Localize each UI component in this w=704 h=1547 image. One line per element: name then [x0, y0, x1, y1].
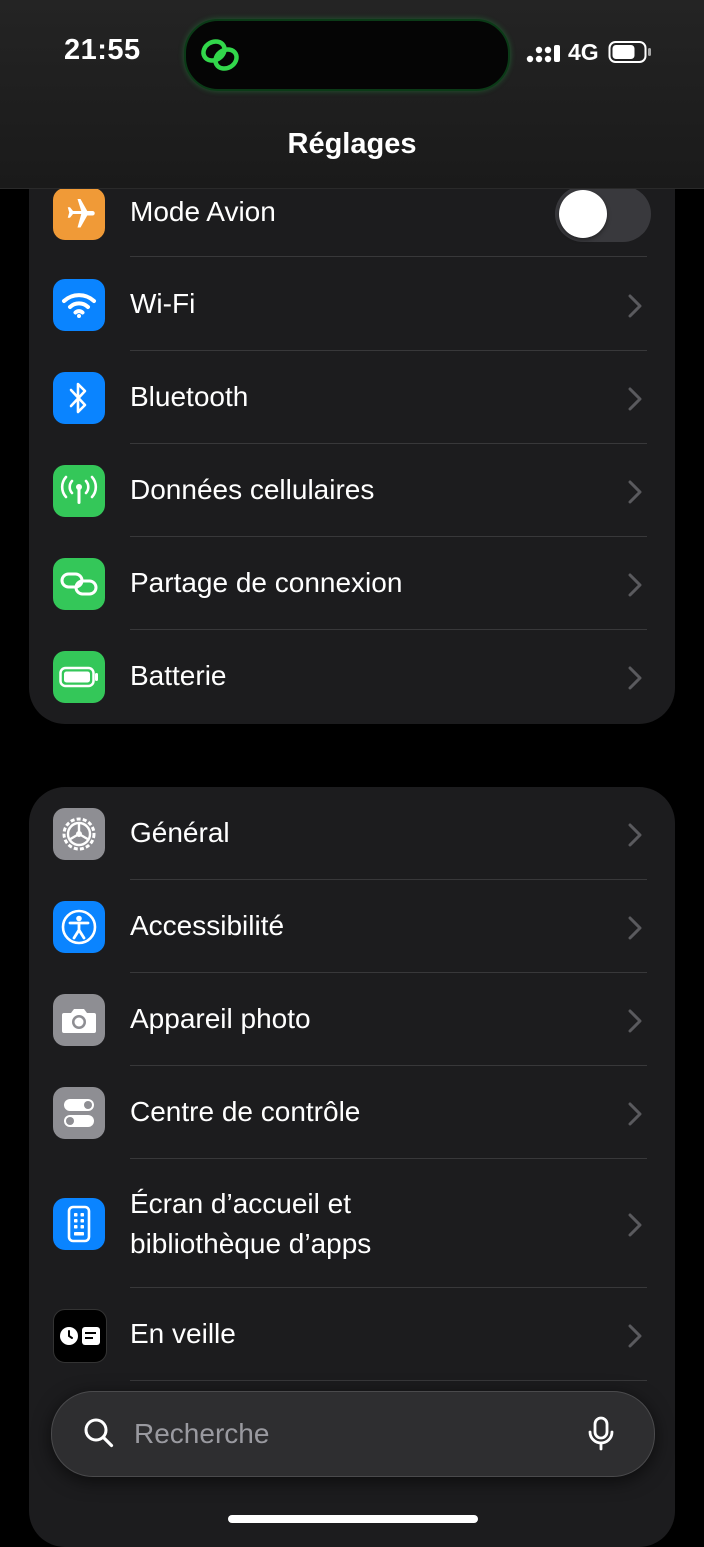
- chevron-right-icon: [628, 916, 642, 940]
- row-label: Appareil photo: [130, 1003, 311, 1034]
- row-wifi[interactable]: Wi-Fi: [29, 279, 675, 372]
- separator: [130, 1065, 647, 1066]
- chevron-right-icon: [628, 480, 642, 504]
- signal-strength-icon: [526, 45, 560, 63]
- status-bar: 21:55 4G: [0, 0, 704, 110]
- microphone-icon[interactable]: [586, 1416, 616, 1452]
- search-input[interactable]: Recherche: [134, 1418, 269, 1450]
- chevron-right-icon: [628, 1102, 642, 1126]
- separator: [130, 536, 647, 537]
- dynamic-island[interactable]: [184, 19, 510, 91]
- accessibility-icon: [53, 901, 105, 953]
- chevron-right-icon: [628, 823, 642, 847]
- chevron-right-icon: [628, 387, 642, 411]
- separator: [130, 1158, 647, 1159]
- row-personal-hotspot[interactable]: Partage de connexion: [29, 558, 675, 651]
- row-camera[interactable]: Appareil photo: [29, 994, 675, 1087]
- row-label: Mode Avion: [130, 196, 276, 227]
- row-general[interactable]: Général: [29, 808, 675, 901]
- row-control-center[interactable]: Centre de contrôle: [29, 1087, 675, 1180]
- network-type: 4G: [568, 39, 599, 65]
- row-battery[interactable]: Batterie: [29, 651, 675, 724]
- standby-icon: [53, 1309, 107, 1363]
- home-screen-icon: [53, 1198, 105, 1250]
- toggle-knob: [559, 190, 607, 238]
- chevron-right-icon: [628, 294, 642, 318]
- row-label-line-1: Écran d’accueil et: [130, 1188, 352, 1219]
- row-label: Accessibilité: [130, 910, 285, 941]
- chevron-right-icon: [628, 1213, 642, 1237]
- row-standby[interactable]: En veille: [29, 1309, 675, 1402]
- battery-icon: [53, 651, 105, 703]
- bluetooth-icon: [53, 372, 105, 424]
- row-airplane-mode: Mode Avion: [29, 186, 675, 281]
- row-accessibility[interactable]: Accessibilité: [29, 901, 675, 994]
- row-home-screen[interactable]: Écran d’accueil et bibliothèque d’apps: [29, 1180, 675, 1310]
- row-label: Centre de contrôle: [130, 1096, 361, 1127]
- row-label-line-2: bibliothèque d’apps: [130, 1228, 372, 1259]
- home-indicator[interactable]: [228, 1515, 478, 1523]
- row-label: Wi-Fi: [130, 288, 196, 319]
- chevron-right-icon: [628, 1324, 642, 1348]
- separator: [130, 256, 647, 257]
- row-bluetooth[interactable]: Bluetooth: [29, 372, 675, 465]
- row-label: Général: [130, 817, 230, 848]
- row-label: Écran d’accueil et bibliothèque d’apps: [130, 1184, 371, 1264]
- row-label: Partage de connexion: [130, 567, 403, 598]
- row-label: Bluetooth: [130, 381, 249, 412]
- wifi-icon: [53, 279, 105, 331]
- airplane-mode-toggle[interactable]: [555, 186, 651, 242]
- chevron-right-icon: [628, 573, 642, 597]
- chevron-right-icon: [628, 1009, 642, 1033]
- separator: [130, 629, 647, 630]
- row-cellular-data[interactable]: Données cellulaires: [29, 465, 675, 558]
- chevron-right-icon: [628, 666, 642, 690]
- hotspot-link-icon: [53, 558, 105, 610]
- status-time: 21:55: [64, 34, 141, 66]
- row-label: En veille: [130, 1318, 236, 1349]
- row-label: Données cellulaires: [130, 474, 375, 505]
- separator: [130, 1380, 647, 1381]
- gear-icon: [53, 808, 105, 860]
- separator: [130, 972, 647, 973]
- separator: [130, 879, 647, 880]
- search-bar[interactable]: Recherche: [51, 1391, 655, 1477]
- battery-status-icon: [608, 41, 651, 63]
- search-icon: [84, 1418, 114, 1448]
- toggles-icon: [53, 1087, 105, 1139]
- connectivity-group: Mode Avion Wi-Fi Bluetooth Données cellu…: [29, 150, 675, 724]
- separator: [130, 1287, 647, 1288]
- row-label: Batterie: [130, 660, 227, 691]
- page-title: Réglages: [287, 128, 417, 160]
- hotspot-link-icon: [201, 39, 239, 71]
- antenna-icon: [53, 465, 105, 517]
- separator: [130, 443, 647, 444]
- airplane-icon: [53, 188, 105, 240]
- separator: [130, 350, 647, 351]
- camera-icon: [53, 994, 105, 1046]
- navigation-bar: 21:55 4G Réglages: [0, 0, 704, 189]
